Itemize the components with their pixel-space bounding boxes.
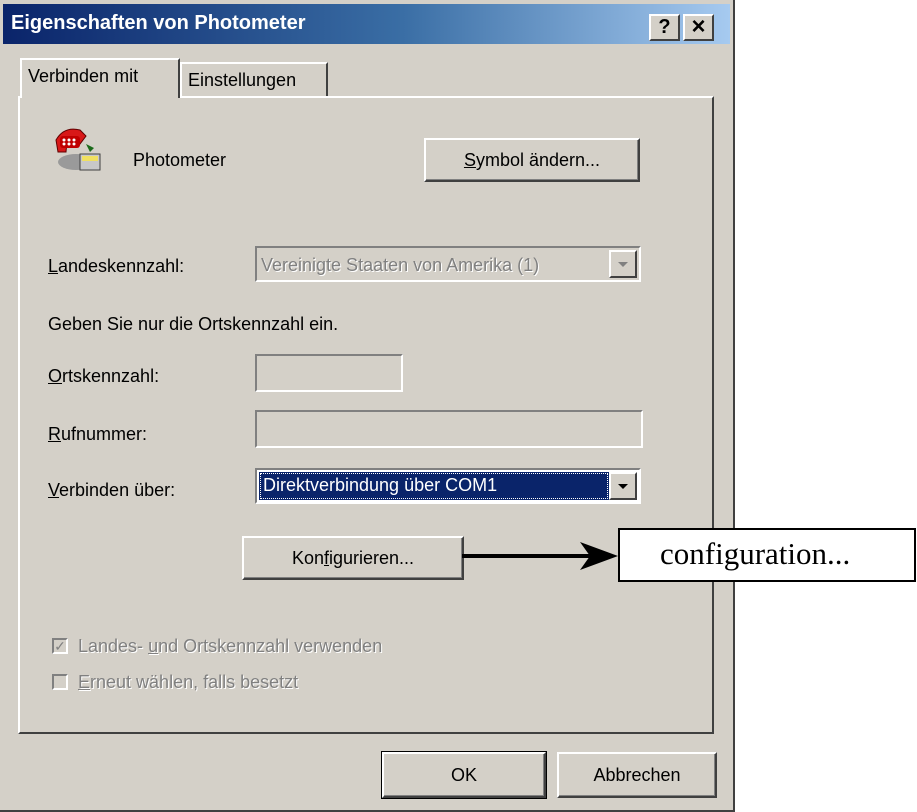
connect-via-mnemonic: V (48, 480, 60, 500)
chevron-down-icon (618, 484, 628, 489)
redial-if-busy-label: Erneut wählen, falls besetzt (78, 672, 298, 693)
area-code-hint: Geben Sie nur die Ortskennzahl ein. (48, 314, 339, 334)
tab-settings[interactable]: Einstellungen (180, 62, 328, 96)
connect-via-label-text: erbinden über: (59, 480, 176, 500)
connect-via-select[interactable]: Direktverbindung über COM1 (255, 468, 641, 504)
phone-number-label-text: ufnummer: (61, 424, 148, 444)
annotation-text: configuration... (660, 536, 851, 571)
tab-connect-to-label: Verbinden mit (28, 66, 139, 86)
country-code-label-text: andeskennzahl: (58, 256, 185, 276)
country-code-label: Landeskennzahl: (48, 256, 184, 277)
configure-label-end: igurieren... (329, 548, 415, 568)
area-code-mnemonic: O (48, 366, 63, 386)
tab-connect-to[interactable]: Verbinden mit (20, 58, 180, 98)
configure-button[interactable]: Konfigurieren... (242, 536, 464, 580)
phone-number-mnemonic: R (48, 424, 61, 444)
country-code-value: Vereinigte Staaten von Amerika (1) (261, 255, 540, 275)
use-country-area-code-label: Landes- und Ortskennzahl verwenden (78, 636, 382, 657)
title-bar[interactable]: Eigenschaften von Photometer ? × (3, 4, 730, 44)
chevron-down-icon (618, 262, 628, 267)
annotation-arrow (462, 542, 618, 570)
checkbox-label-end: nd Ortskennzahl verwenden (158, 636, 383, 656)
area-code-label-text: rtskennzahl: (62, 366, 160, 386)
change-icon-button[interactable]: Symbol ändern... (424, 138, 640, 182)
window-title: Eigenschaften von Photometer (11, 12, 306, 34)
change-icon-label: ymbol ändern... (475, 150, 601, 170)
annotation-callout: configuration... (618, 528, 916, 582)
connect-via-value: Direktverbindung über COM1 (259, 472, 609, 500)
connect-via-dropdown-button[interactable] (609, 472, 637, 500)
connection-name: Photometer (133, 150, 227, 170)
configure-label-start: Kon (291, 548, 324, 568)
checkbox-mnemonic: u (148, 636, 159, 656)
area-code-label: Ortskennzahl: (48, 366, 159, 387)
cancel-button[interactable]: Abbrechen (557, 752, 717, 798)
tab-settings-label: Einstellungen (188, 70, 297, 90)
connect-via-label: Verbinden über: (48, 480, 175, 501)
phone-number-label: Rufnummer: (48, 424, 147, 445)
country-code-dropdown-button[interactable] (609, 250, 637, 278)
change-icon-mnemonic: S (463, 150, 476, 170)
checkbox-label-start: Landes- (78, 636, 149, 656)
area-code-field[interactable] (255, 354, 403, 392)
use-country-area-code-checkbox[interactable]: ✓ Landes- und Ortskennzahl verwenden (52, 634, 472, 660)
checkbox-box[interactable] (52, 674, 68, 690)
country-code-select[interactable]: Vereinigte Staaten von Amerika (1) (255, 246, 641, 282)
phone-icon (50, 122, 106, 178)
properties-dialog: Eigenschaften von Photometer ? × Verbind… (0, 0, 735, 812)
checkbox-label-end: rneut wählen, falls besetzt (90, 672, 299, 692)
redial-if-busy-checkbox[interactable]: Erneut wählen, falls besetzt (52, 670, 472, 696)
phone-number-field[interactable] (255, 410, 643, 448)
help-button[interactable]: ? (649, 14, 680, 41)
close-button[interactable]: × (683, 14, 714, 41)
ok-button[interactable]: OK (381, 751, 547, 799)
checkbox-box[interactable]: ✓ (52, 638, 68, 654)
checkbox-mnemonic: E (78, 672, 91, 692)
country-code-mnemonic: L (48, 256, 59, 276)
